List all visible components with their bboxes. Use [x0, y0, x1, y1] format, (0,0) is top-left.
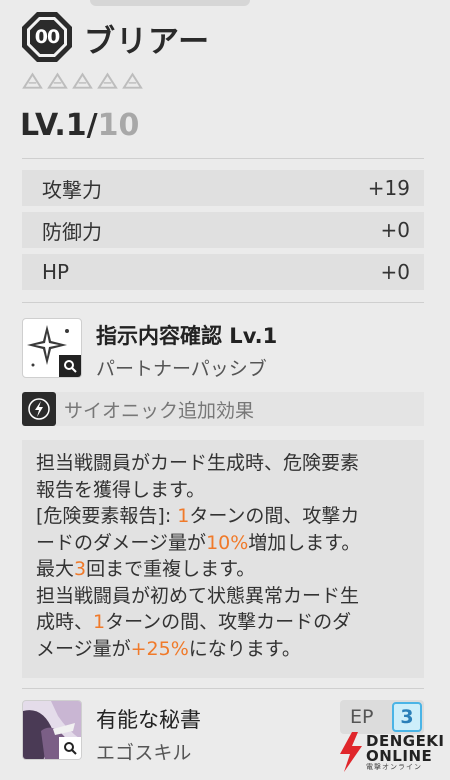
star-empty-icon: [47, 72, 68, 89]
desc-text: 報告を獲得します。: [36, 478, 206, 501]
psionic-lightning-icon: [22, 392, 56, 426]
stat-value: +0: [380, 218, 410, 242]
stat-row-defense: 防御力 +0: [22, 212, 424, 248]
ep-cost: EP 3: [340, 700, 424, 734]
magnify-icon: [59, 355, 81, 377]
rarity-label: 00: [30, 20, 64, 54]
desc-text: 増加します。: [248, 531, 361, 554]
stat-label: 防御力: [42, 219, 102, 244]
ep-value: 3: [392, 702, 422, 732]
skill-type: パートナーパッシブ: [96, 358, 267, 380]
divider: [22, 302, 424, 303]
divider: [22, 688, 424, 689]
star-empty-icon: [97, 72, 118, 89]
stat-label: 攻撃力: [42, 177, 102, 202]
card-detail-panel: 00 ブリアー LV.1/10 攻撃力 +19 防御力 +0 HP +0 指示内: [0, 0, 450, 780]
desc-text: 担当戦闘員が初めて状態異常カード生: [36, 584, 360, 607]
desc-text: ターンの間、攻撃カ: [189, 505, 360, 527]
desc-highlight: 1: [93, 611, 106, 633]
desc-highlight: +25%: [130, 637, 189, 660]
psionic-effect-bar: サイオニック追加効果: [22, 392, 424, 426]
skill-title: 指示内容確認 Lv.1: [96, 324, 278, 348]
stat-row-hp: HP +0: [22, 254, 424, 290]
level-max: 10: [97, 108, 140, 143]
desc-text: になります。: [188, 637, 301, 660]
ego-skill-icon-button[interactable]: [22, 700, 82, 760]
stat-value: +0: [380, 260, 410, 284]
psionic-label: サイオニック追加効果: [64, 399, 255, 422]
dengeki-online-watermark: DENGEKI ONLINE 電撃オンライン: [338, 732, 445, 772]
stat-value: +19: [367, 176, 410, 200]
divider: [22, 158, 424, 159]
desc-highlight: 10%: [206, 531, 249, 554]
stat-label: HP: [42, 260, 70, 284]
desc-text: 回まで重複します。: [86, 558, 256, 580]
dengeki-logo-icon: [340, 732, 362, 772]
desc-highlight: 1: [177, 505, 190, 527]
desc-text: 最大: [36, 558, 75, 580]
desc-highlight: 3: [74, 558, 87, 580]
card-name: ブリアー: [84, 24, 211, 60]
ep-label: EP: [350, 706, 374, 728]
level-current: LV.1/: [20, 108, 98, 143]
star-empty-icon: [22, 72, 43, 89]
desc-text: [危険要素報告]:: [36, 505, 178, 527]
star-empty-icon: [122, 72, 143, 89]
stat-row-attack: 攻撃力 +19: [22, 170, 424, 206]
desc-text: ターンの間、攻撃カードのダ: [105, 611, 352, 633]
ego-skill-title: 有能な秘書: [96, 708, 201, 732]
desc-text: 成時、: [36, 611, 94, 633]
watermark-line2: ONLINE: [366, 746, 433, 765]
star-rating: [22, 72, 143, 90]
card-level: LV.1/10: [20, 108, 139, 143]
top-tab-edge: [90, 0, 250, 6]
ego-skill-type: エゴスキル: [96, 742, 192, 764]
desc-text: ードのダメージ量が: [36, 531, 207, 554]
skill-icon-button[interactable]: [22, 318, 82, 378]
star-empty-icon: [72, 72, 93, 89]
magnify-icon: [59, 737, 81, 759]
watermark-line3: 電撃オンライン: [366, 762, 422, 771]
desc-text: 担当戦闘員がカード生成時、危険要素: [36, 452, 360, 474]
skill-description: 担当戦闘員がカード生成時、危険要素 報告を獲得します。 [危険要素報告]: 1タ…: [22, 440, 424, 678]
desc-text: メージ量が: [36, 637, 131, 660]
rarity-badge: 00: [22, 12, 72, 62]
